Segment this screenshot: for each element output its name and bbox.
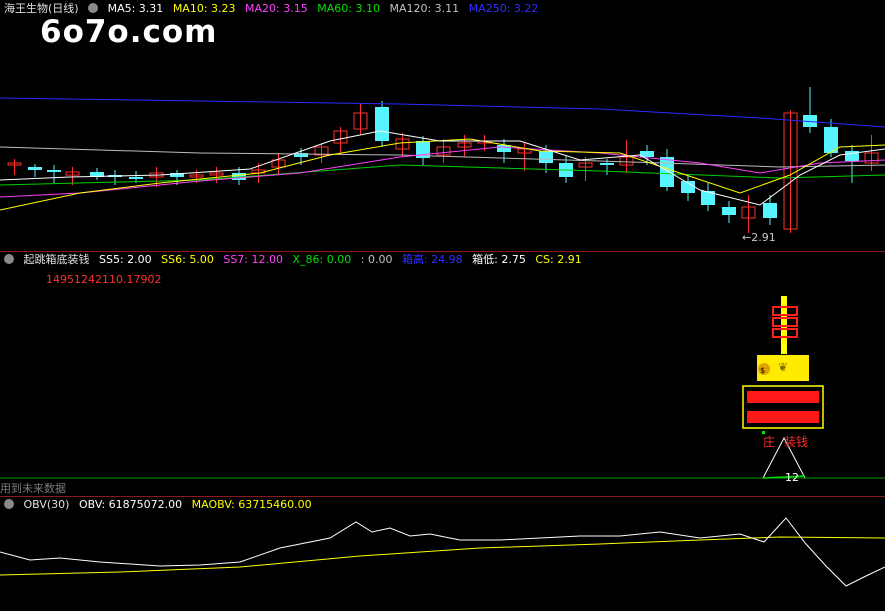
future-data-note: 用到未来数据 <box>0 482 66 495</box>
obv-chart[interactable] <box>0 512 885 607</box>
zhuangqian-label: 装钱 <box>784 435 809 449</box>
maobv-value: MAOBV: 63715460.00 <box>191 498 312 511</box>
settings-circle-icon[interactable] <box>88 3 99 13</box>
ma20-label: MA20: 3.15 <box>245 2 308 15</box>
ma120-label: MA120: 3.11 <box>389 2 460 15</box>
ma250-label: MA250: 3.22 <box>468 2 539 15</box>
obv-title[interactable]: OBV(30) <box>24 498 70 511</box>
low-price-label: ←2.91 <box>742 231 776 244</box>
candlestick-chart[interactable] <box>0 15 885 250</box>
obv-header: OBV(30) OBV: 61875072.00 MAOBV: 63715460… <box>4 497 318 513</box>
indicator-chart[interactable]: $ ❦ <box>0 252 885 482</box>
zhuang-label: 庄 <box>763 435 776 449</box>
ma60-label: MA60: 3.10 <box>317 2 380 15</box>
settings-circle-icon[interactable] <box>4 499 14 509</box>
svg-text:$: $ <box>760 366 765 375</box>
obv-value: OBV: 61875072.00 <box>78 498 183 511</box>
twelve-label: 12 <box>785 471 799 484</box>
svg-text:❦: ❦ <box>778 360 788 374</box>
